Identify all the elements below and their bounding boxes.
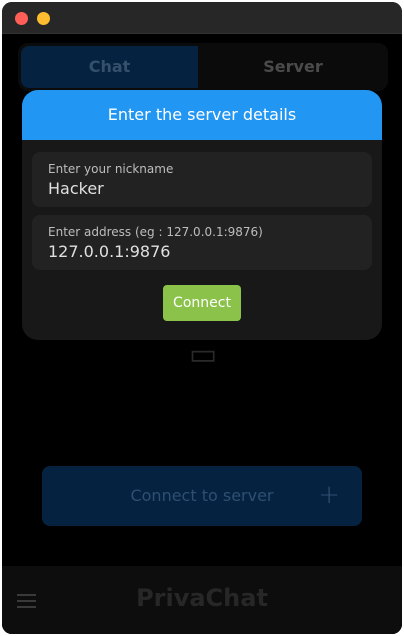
app-content: Chat Server ▭ Connect to server + PrivaC… bbox=[2, 35, 402, 634]
tab-bar: Chat Server bbox=[18, 43, 388, 91]
tab-chat[interactable]: Chat bbox=[21, 46, 198, 88]
app-window: Chat Server ▭ Connect to server + PrivaC… bbox=[2, 2, 402, 634]
connect-button[interactable]: Connect bbox=[163, 285, 241, 321]
title-bar bbox=[2, 2, 402, 34]
connect-to-server-button[interactable]: Connect to server + bbox=[42, 466, 362, 526]
minimize-window-button[interactable] bbox=[37, 12, 50, 25]
address-field[interactable]: Enter address (eg : 127.0.0.1:9876) 127.… bbox=[32, 215, 372, 270]
tab-server[interactable]: Server bbox=[201, 46, 385, 88]
connect-to-server-label: Connect to server bbox=[130, 486, 274, 505]
app-title: PrivaChat bbox=[136, 584, 268, 612]
address-label: Enter address (eg : 127.0.0.1:9876) bbox=[48, 225, 263, 239]
placeholder-graphic: ▭ bbox=[188, 340, 218, 370]
dialog-title: Enter the server details bbox=[22, 90, 382, 140]
nickname-input[interactable]: Hacker bbox=[48, 179, 104, 198]
bottom-bar: PrivaChat bbox=[2, 566, 402, 634]
plus-icon: + bbox=[318, 480, 340, 510]
nickname-field[interactable]: Enter your nickname Hacker bbox=[32, 152, 372, 207]
nickname-label: Enter your nickname bbox=[48, 162, 174, 176]
server-details-dialog: Enter the server details Enter your nick… bbox=[22, 90, 382, 340]
close-window-button[interactable] bbox=[15, 12, 28, 25]
address-input[interactable]: 127.0.0.1:9876 bbox=[48, 242, 170, 261]
